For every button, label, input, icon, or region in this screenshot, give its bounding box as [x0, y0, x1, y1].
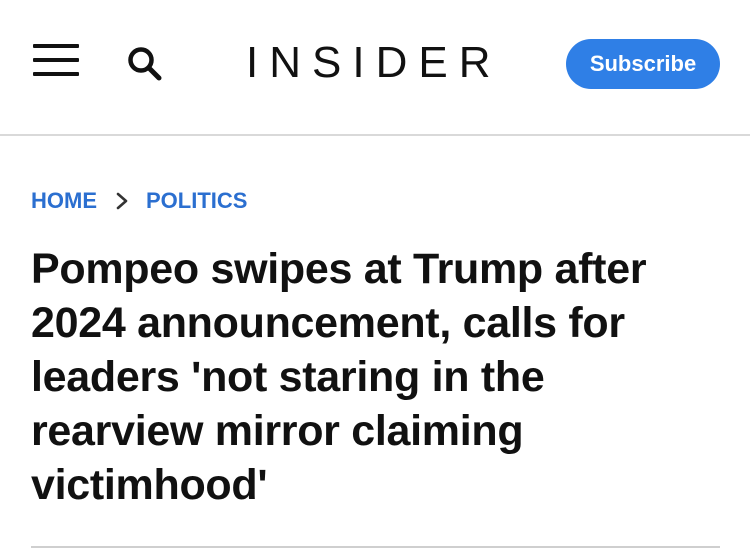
breadcrumb-home-link[interactable]: HOME — [31, 188, 97, 214]
site-logo[interactable]: INSIDER — [246, 38, 496, 88]
breadcrumb-politics-link[interactable]: POLITICS — [146, 188, 247, 214]
menu-button[interactable] — [33, 44, 79, 76]
site-header: INSIDER Subscribe — [0, 0, 750, 136]
article-headline: Pompeo swipes at Trump after 2024 announ… — [31, 245, 647, 509]
search-button[interactable] — [124, 43, 164, 83]
chevron-right-icon — [116, 192, 128, 210]
divider — [31, 546, 720, 548]
breadcrumb: HOME POLITICS — [31, 186, 247, 216]
subscribe-button[interactable]: Subscribe — [566, 39, 720, 89]
search-icon — [128, 47, 162, 81]
